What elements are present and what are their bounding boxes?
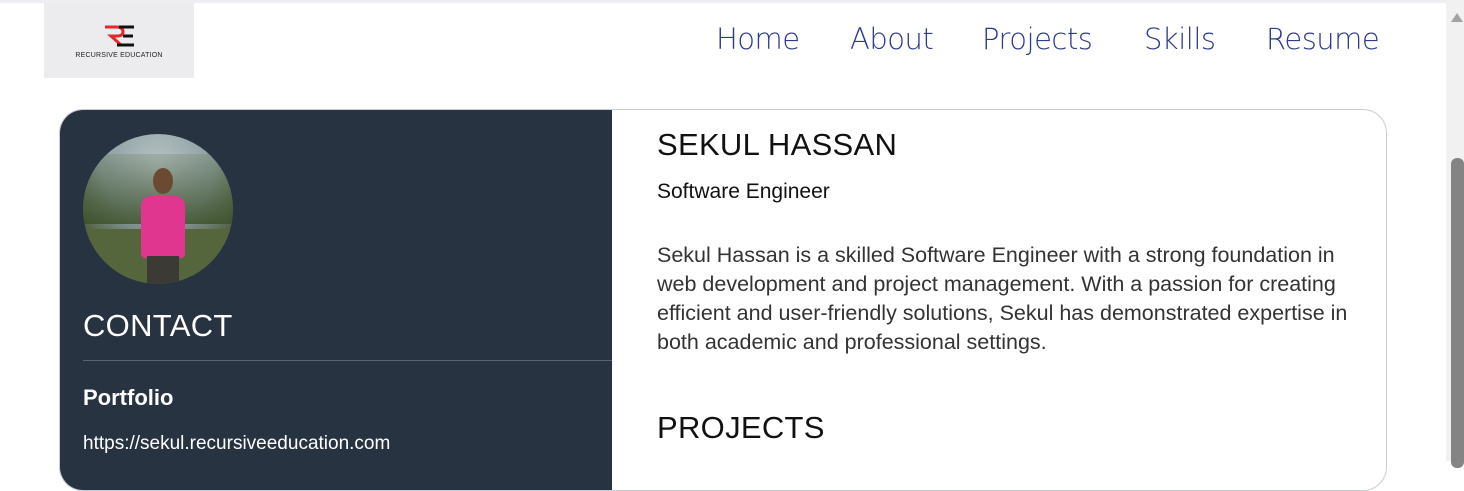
resume-card: CONTACT Portfolio https://sekul.recursiv… bbox=[59, 109, 1387, 491]
avatar-legs bbox=[147, 256, 179, 284]
nav-skills[interactable]: Skills bbox=[1144, 22, 1216, 56]
portfolio-link[interactable]: https://sekul.recursiveeducation.com bbox=[83, 433, 390, 455]
main-nav: Home About Projects Skills Resume bbox=[0, 22, 1446, 62]
nav-home[interactable]: Home bbox=[716, 22, 800, 56]
profile-avatar bbox=[83, 134, 233, 284]
scrollbar-thumb[interactable] bbox=[1451, 158, 1464, 468]
contact-title: CONTACT bbox=[83, 308, 233, 343]
avatar-head bbox=[153, 168, 173, 194]
portfolio-label: Portfolio bbox=[83, 385, 174, 410]
window-top-border bbox=[0, 0, 1446, 3]
projects-heading: PROJECTS bbox=[657, 410, 825, 445]
nav-resume[interactable]: Resume bbox=[1266, 22, 1380, 56]
profile-bio: Sekul Hassan is a skilled Software Engin… bbox=[657, 243, 1348, 354]
nav-projects[interactable]: Projects bbox=[982, 22, 1093, 56]
contact-divider bbox=[83, 360, 612, 361]
sidebar: CONTACT Portfolio https://sekul.recursiv… bbox=[60, 110, 612, 490]
profile-role: Software Engineer bbox=[657, 180, 830, 203]
profile-name: SEKUL HASSAN bbox=[657, 127, 898, 162]
scroll-up-arrow-icon[interactable] bbox=[1451, 13, 1463, 22]
avatar-shirt bbox=[141, 196, 185, 258]
nav-about[interactable]: About bbox=[850, 22, 934, 56]
